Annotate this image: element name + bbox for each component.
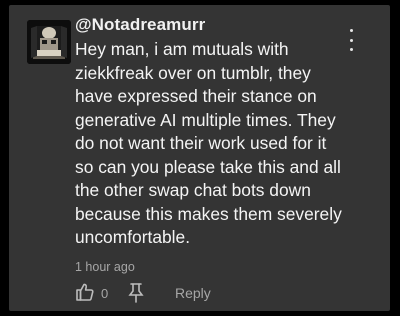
comment-line: because this makes them severely — [75, 203, 342, 224]
comment-actions: 0 Reply — [75, 281, 275, 305]
pin-icon[interactable] — [127, 281, 145, 308]
comment-line: Hey man, i am mutuals with — [75, 39, 289, 59]
comment-line: the other swap chat bots down — [75, 180, 311, 200]
thumbs-up-icon[interactable] — [75, 282, 95, 307]
comment-line: uncomfortable. — [75, 227, 191, 247]
comment-line: do not want their work used for it — [75, 133, 327, 153]
comment-author[interactable]: @Notadreamurr — [75, 15, 205, 35]
reply-button[interactable]: Reply — [175, 285, 211, 301]
comment-timestamp: 1 hour ago — [75, 260, 135, 274]
avatar[interactable] — [27, 20, 71, 64]
comment-line: ziekkfreak over on tumblr, they — [75, 62, 311, 83]
comment-text: Hey man, i am mutuals with ziekkfreak ov… — [75, 38, 365, 250]
comment-line: generative AI multiple times. They — [75, 109, 336, 130]
comment-card: @Notadreamurr Hey man, i am mutuals with… — [9, 5, 390, 311]
comment-line: have expressed their stance on — [75, 86, 317, 106]
comment-line: so can you please take this and all — [75, 156, 341, 177]
like-count: 0 — [101, 286, 109, 301]
